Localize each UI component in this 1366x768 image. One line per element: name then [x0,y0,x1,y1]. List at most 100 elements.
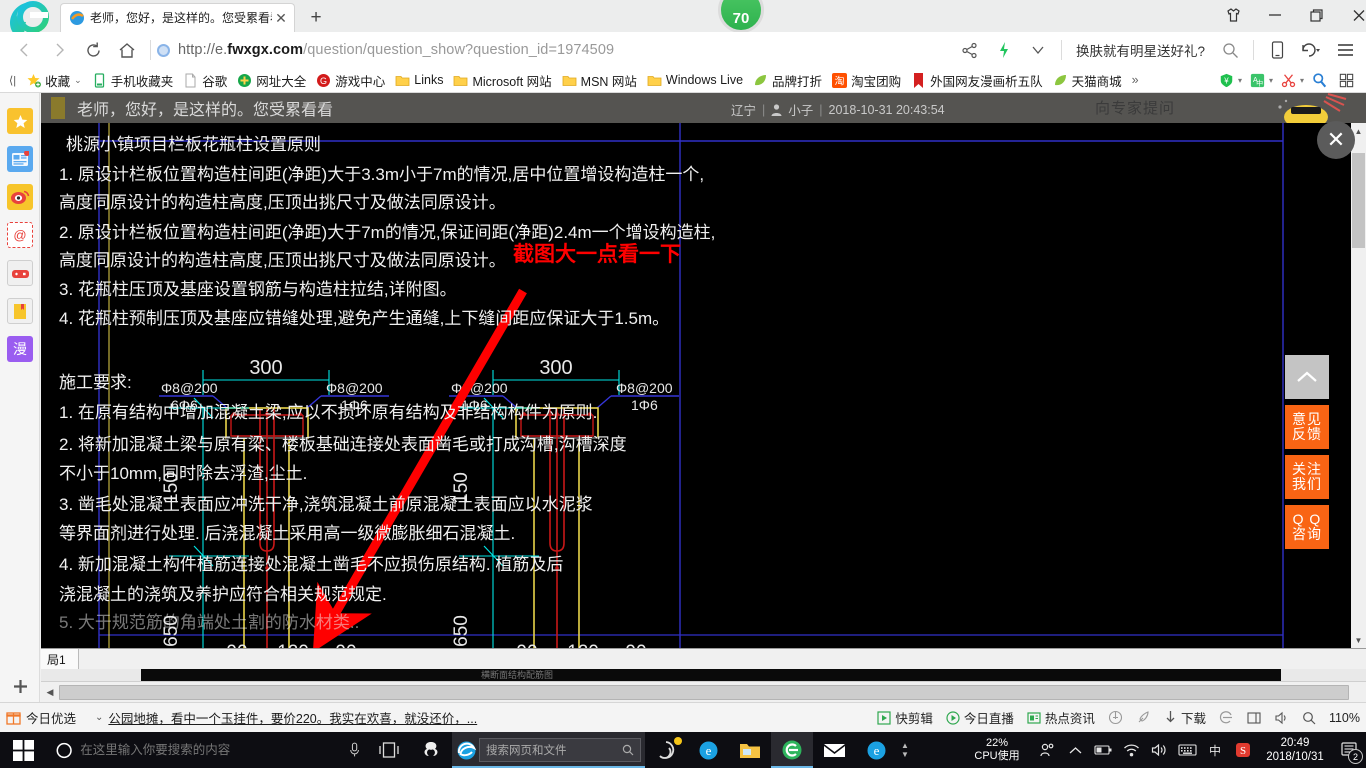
live-today-button[interactable]: 今日直播 [946,708,1014,727]
grid-apps-icon[interactable] [1335,69,1362,91]
cad-tab-layout1[interactable]: 局1 [41,649,79,669]
sogou-input-icon[interactable]: S [1230,732,1256,768]
back-button[interactable] [8,33,42,67]
chevron-up-icon[interactable] [1062,732,1088,768]
bookmark-gamecenter[interactable]: G 游戏中心 [311,69,390,91]
skin-promo-text[interactable]: 换肤就有明星送好礼? [1076,40,1205,60]
qq-consult-button[interactable]: Q Q 咨询 [1285,505,1329,549]
bookmark-mobile-favorites[interactable]: 手机收藏夹 [87,69,179,91]
magnifier-icon[interactable] [1308,69,1335,91]
mobile-icon[interactable] [1260,33,1294,67]
chevron-down-icon[interactable]: ▾ [1238,76,1242,85]
mail-at-icon[interactable]: @ [7,222,33,248]
search-input[interactable] [48,732,368,768]
close-button[interactable] [1338,0,1366,30]
bookmark-note-icon[interactable] [7,298,33,324]
bookmark-taobao[interactable]: 淘 淘宝团购 [827,69,906,91]
chevron-down-icon[interactable] [1021,33,1055,67]
quick-clip-button[interactable]: 快剪辑 [877,708,933,727]
bookmark-tmall[interactable]: 天猫商城 [1048,69,1127,91]
chevron-down-icon[interactable]: ⌄ [74,75,82,86]
page-search-button[interactable] [1302,711,1316,725]
chevron-up-icon[interactable]: ▲ [901,741,909,750]
manga-icon[interactable]: 漫 [7,336,33,362]
weibo-icon[interactable] [7,184,33,210]
ie-button[interactable] [1219,710,1234,725]
bookmark-foreign-comics[interactable]: 外国网友漫画析五队 [906,69,1048,91]
favorites-star-icon[interactable] [7,108,33,134]
mail-button[interactable] [813,732,855,768]
edge-button[interactable]: e [855,732,897,768]
hscroll-left-arrow[interactable]: ◀ [41,683,59,702]
browser-tab[interactable]: 老师，您好，是这样的。您受累看看 ✕ [60,3,295,32]
scrollbar-thumb[interactable] [1352,153,1365,248]
bookmark-hao[interactable]: 网址大全 [232,69,311,91]
taskbar-clock[interactable]: 20:49 2018/10/31 [1258,736,1332,764]
ie-search-box[interactable]: 搜索网页和文件 [479,738,641,762]
browser-360-button[interactable] [771,732,813,768]
search-icon[interactable] [622,744,634,756]
volume-button[interactable] [1274,711,1289,725]
address-bar[interactable]: http://e.fwxgx.com/question/question_sho… [157,33,953,67]
reload-button[interactable] [76,33,110,67]
file-explorer-button[interactable] [729,732,771,768]
bookmark-links[interactable]: Links [390,69,448,91]
volume-icon[interactable] [1146,732,1172,768]
home-button[interactable] [110,33,144,67]
ime-language-indicator[interactable]: 中 [1202,732,1228,768]
notification-center-button[interactable]: 2 [1334,732,1364,768]
chevron-down-icon[interactable]: ⌄ [95,712,103,723]
bookmark-windows-live[interactable]: Windows Live [642,69,748,91]
page-scrollbar[interactable]: ▲ ▼ [1351,123,1366,648]
add-rail-button[interactable] [7,673,33,699]
translate-icon[interactable]: A 中 ▾ [1246,69,1277,91]
keyboard-icon[interactable] [1174,732,1200,768]
start-button[interactable] [0,732,48,768]
forward-button[interactable] [42,33,76,67]
battery-icon[interactable] [1090,732,1116,768]
wifi-icon[interactable] [1118,732,1144,768]
chevron-down-icon[interactable]: ▾ [1269,76,1273,85]
news-feed-icon[interactable] [7,146,33,172]
bookmarks-collapse-button[interactable]: ⟨| [4,69,21,91]
game-controller-icon[interactable] [7,260,33,286]
taskbar-search-field[interactable] [80,743,341,757]
rocket-button[interactable] [1136,710,1151,725]
taskbar-overflow-arrows[interactable]: ▲ ▼ [897,732,913,768]
window-button[interactable] [1247,711,1261,725]
chevron-down-icon[interactable]: ▾ [1300,76,1304,85]
bookmark-google[interactable]: 谷歌 [178,69,232,91]
mic-icon[interactable] [349,741,360,759]
cad-drawing-viewer[interactable]: 300 Φ8@200 6Φ6 Φ8@200 1Φ6 150 650 300 Φ8… [41,123,1366,648]
page-horizontal-scrollbar[interactable]: ◀ [41,681,1366,702]
score-badge[interactable]: 70 [718,0,764,33]
new-tab-button[interactable]: + [303,6,329,30]
today-deals-label[interactable]: 今日优选 [26,708,76,727]
people-icon[interactable] [1034,732,1060,768]
menu-icon[interactable] [1328,33,1362,67]
cloud-app-button[interactable] [410,732,452,768]
bolt-icon[interactable] [987,33,1021,67]
news-headline[interactable]: 公园地摊，看中一个玉挂件，要价220。我实在欢喜，就没还价，... [108,708,477,727]
ask-expert-link[interactable]: 向专家提问 [1095,97,1175,118]
hot-news-button[interactable]: 热点资讯 [1027,708,1095,727]
share-icon[interactable] [953,33,987,67]
skin-icon[interactable] [1212,0,1254,30]
maximize-button[interactable] [1296,0,1338,30]
compass-button[interactable] [1108,710,1123,725]
history-back-icon[interactable] [1294,33,1328,67]
site-info-icon[interactable] [157,43,170,57]
download-button[interactable]: 下载 [1164,708,1206,727]
follow-us-button[interactable]: 关注 我们 [1285,455,1329,499]
ie-taskbar-app[interactable]: 搜索网页和文件 [452,732,645,768]
bookmark-favorites[interactable]: 收藏 ⌄ [21,69,87,91]
shield-yen-icon[interactable]: ¥ ▾ [1215,69,1246,91]
chevron-down-icon[interactable]: ▼ [901,750,909,759]
task-view-button[interactable] [368,732,410,768]
hscroll-thumb[interactable] [59,684,1349,700]
scissors-icon[interactable]: ▾ [1277,69,1308,91]
scroll-down-arrow[interactable]: ▼ [1351,632,1366,648]
tab-close-icon[interactable]: ✕ [272,9,290,27]
bookmark-microsoft[interactable]: Microsoft 网站 [448,69,556,91]
bookmark-msn[interactable]: MSN 网站 [557,69,642,91]
